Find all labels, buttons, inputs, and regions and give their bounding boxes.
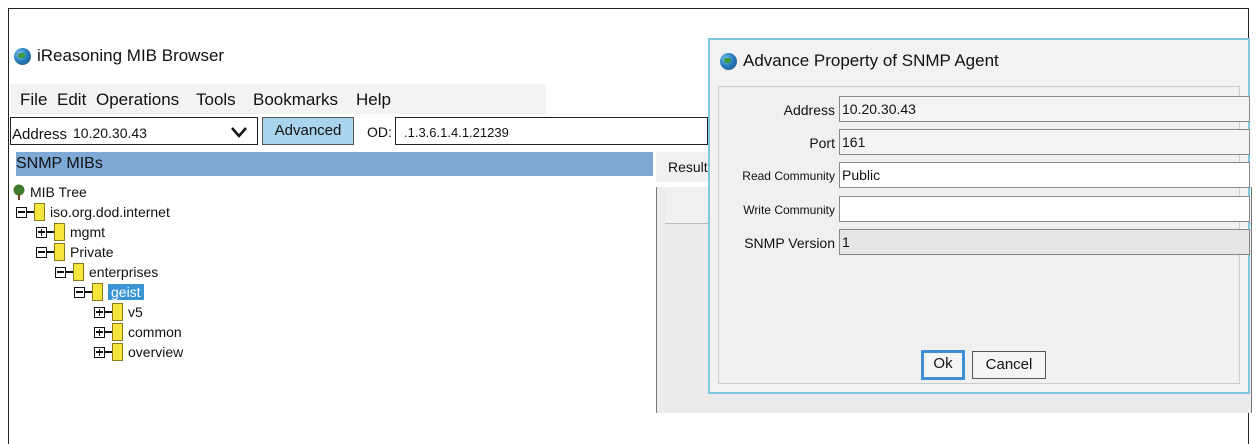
address-label: Address <box>12 126 68 143</box>
folder-icon <box>54 223 65 241</box>
oid-input[interactable]: .1.3.6.1.4.1.21239 <box>395 117 708 145</box>
port-field[interactable]: 161 <box>839 129 1250 155</box>
tab-result-label: Result <box>668 159 708 175</box>
menu-bar: File Edit Operations Tools Bookmarks Hel… <box>10 84 546 114</box>
tree-node-label: iso.org.dod.internet <box>50 204 170 220</box>
tree-node-label: mgmt <box>70 224 105 240</box>
read-community-label: Read Community <box>742 169 835 183</box>
chevron-down-icon[interactable] <box>229 122 249 142</box>
tree-node-label: Private <box>70 244 114 260</box>
collapse-icon[interactable] <box>55 266 66 278</box>
folder-icon <box>54 243 65 261</box>
tree-node-label: enterprises <box>89 264 159 280</box>
menu-file[interactable]: File <box>20 90 47 110</box>
read-community-value: Public <box>842 167 881 183</box>
dialog-title: Advance Property of SNMP Agent <box>743 51 999 70</box>
tree-node-internet[interactable]: iso.org.dod.internet <box>16 202 170 222</box>
ok-button[interactable]: Ok <box>921 350 965 380</box>
address-combobox[interactable]: Address 10.20.30.43 <box>10 117 258 145</box>
tree-icon <box>13 184 25 200</box>
expand-icon[interactable] <box>94 346 105 358</box>
tree-node-overview[interactable]: overview <box>94 342 183 362</box>
dialog-body: Address 10.20.30.43 Port 161 Read Commun… <box>718 86 1250 384</box>
write-community-field[interactable] <box>839 196 1250 222</box>
folder-icon <box>34 203 45 221</box>
menu-bookmarks[interactable]: Bookmarks <box>253 90 338 110</box>
folder-icon <box>112 323 123 341</box>
tree-node-common[interactable]: common <box>94 322 182 342</box>
agent-property-dialog: Advance Property of SNMP Agent Address 1… <box>708 38 1250 394</box>
expand-icon[interactable] <box>94 306 105 318</box>
snmp-version-field[interactable]: 1 <box>839 229 1250 255</box>
snmp-version-label: SNMP Version <box>744 235 835 251</box>
address-value: 10.20.30.43 <box>73 125 147 141</box>
tree-node-label: overview <box>128 344 184 360</box>
folder-icon <box>112 303 123 321</box>
folder-icon <box>112 343 123 361</box>
app-title: iReasoning MIB Browser <box>37 46 225 65</box>
expand-icon[interactable] <box>36 226 47 238</box>
menu-help[interactable]: Help <box>356 90 391 110</box>
menu-tools[interactable]: Tools <box>196 90 236 110</box>
collapse-icon[interactable] <box>16 206 27 218</box>
address-field-value: 10.20.30.43 <box>842 101 916 117</box>
write-community-label: Write Community <box>743 203 835 217</box>
tree-node-v5[interactable]: v5 <box>94 302 143 322</box>
read-community-field[interactable]: Public <box>839 162 1250 188</box>
menu-operations[interactable]: Operations <box>96 90 179 110</box>
collapse-icon[interactable] <box>36 246 47 258</box>
tree-node-private[interactable]: Private <box>36 242 114 262</box>
tree-node-root[interactable]: MIB Tree <box>12 182 87 202</box>
advanced-button[interactable]: Advanced <box>262 117 354 145</box>
tree-node-label: MIB Tree <box>30 184 87 200</box>
mibs-panel-header: SNMP MIBs <box>16 152 653 176</box>
tree-node-geist[interactable]: geist <box>74 282 144 302</box>
window-title: iReasoning MIB Browser <box>14 46 224 66</box>
port-field-label: Port <box>809 135 835 151</box>
expand-icon[interactable] <box>94 326 105 338</box>
tab-result[interactable]: Result <box>656 152 714 182</box>
port-field-value: 161 <box>842 134 866 150</box>
tree-node-enterprises[interactable]: enterprises <box>55 262 158 282</box>
mibs-header-label: SNMP MIBs <box>16 155 103 172</box>
address-field[interactable]: 10.20.30.43 <box>839 96 1250 122</box>
address-field-label: Address <box>783 102 835 118</box>
oid-label: OD: <box>367 124 392 140</box>
tree-node-label-selected: geist <box>108 284 144 300</box>
oid-value: .1.3.6.1.4.1.21239 <box>404 125 509 140</box>
collapse-icon[interactable] <box>74 286 85 298</box>
globe-icon <box>14 47 31 65</box>
tree-node-label: v5 <box>128 304 143 320</box>
snmp-version-value: 1 <box>842 234 850 250</box>
folder-icon <box>73 263 84 281</box>
tree-node-mgmt[interactable]: mgmt <box>36 222 105 242</box>
dialog-title-bar: Advance Property of SNMP Agent <box>720 51 999 71</box>
tree-node-label: common <box>128 324 182 340</box>
folder-icon <box>92 283 103 301</box>
globe-icon <box>720 52 737 70</box>
toolbar: Address 10.20.30.43 Advanced OD: .1.3.6.… <box>10 117 710 147</box>
menu-edit[interactable]: Edit <box>57 90 86 110</box>
cancel-button[interactable]: Cancel <box>972 351 1046 379</box>
